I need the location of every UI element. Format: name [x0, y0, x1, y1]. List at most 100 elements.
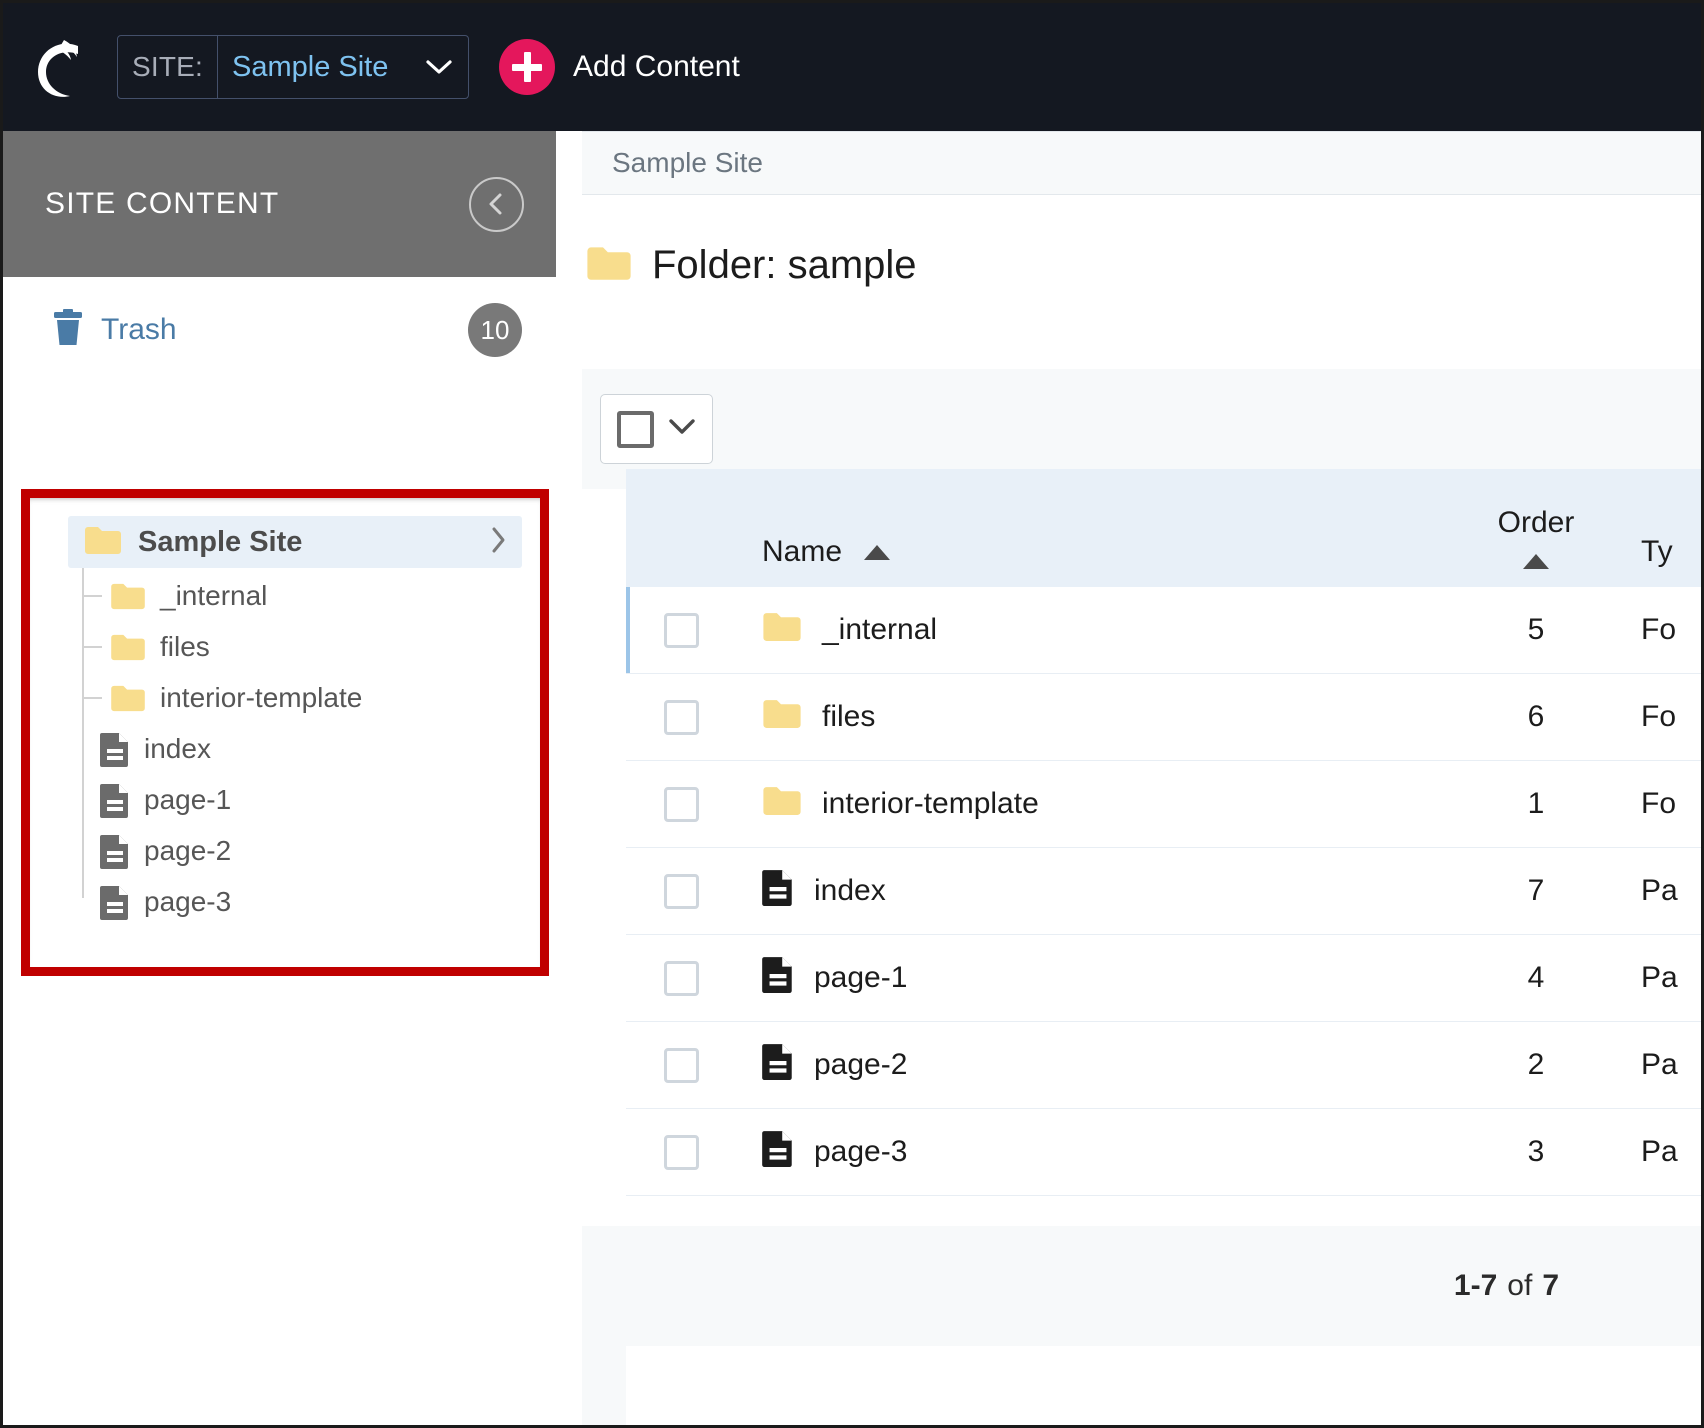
- table-row[interactable]: page-2 2 Pa: [626, 1022, 1701, 1109]
- row-name-cell[interactable]: index: [736, 868, 1431, 914]
- row-name-label: page-1: [814, 961, 908, 994]
- site-selector-label: SITE:: [118, 36, 219, 98]
- site-selector-value-box[interactable]: Sample Site: [218, 36, 468, 98]
- top-bar: SITE: Sample Site Add Content: [3, 3, 1701, 131]
- row-name-label: index: [814, 874, 886, 907]
- page-icon: [762, 955, 794, 1001]
- tree-item-sample-site[interactable]: Sample Site: [68, 516, 522, 568]
- folder-icon: [110, 684, 146, 712]
- table-header-name[interactable]: Name: [736, 535, 1431, 569]
- page-icon: [100, 884, 130, 920]
- folder-icon: [110, 582, 146, 610]
- table-header-type[interactable]: Ty: [1641, 535, 1701, 569]
- row-name-cell[interactable]: page-2: [736, 1042, 1431, 1088]
- page-icon: [100, 833, 130, 869]
- sidebar-item-trash[interactable]: Trash 10: [3, 291, 556, 369]
- chevron-down-icon[interactable]: [668, 418, 696, 440]
- sidebar-header: SITE CONTENT: [3, 131, 556, 277]
- page-icon: [100, 782, 130, 818]
- page-title: Folder: sample: [652, 242, 917, 287]
- row-order-cell: 5: [1527, 613, 1545, 646]
- chevron-right-icon[interactable]: [490, 526, 508, 559]
- folder-icon: [762, 785, 802, 824]
- tree-item-page-1[interactable]: page-1: [82, 774, 540, 825]
- row-type-cell: Pa: [1641, 961, 1678, 994]
- row-checkbox-cell: [626, 1047, 736, 1083]
- chevron-down-icon: [426, 59, 452, 75]
- tree-item-files[interactable]: files: [82, 621, 540, 672]
- chevron-left-icon[interactable]: [469, 176, 524, 232]
- tree-item-label: page-2: [144, 834, 232, 866]
- select-all-dropdown[interactable]: [600, 394, 713, 464]
- tree-item-internal[interactable]: _internal: [82, 570, 540, 621]
- folder-icon: [762, 698, 802, 737]
- folder-icon: [586, 245, 632, 286]
- table-body: _internal 5 Fo files 6 Fo interior-templ…: [626, 587, 1701, 1196]
- row-name-label: _internal: [822, 613, 938, 646]
- row-checkbox-cell: [626, 873, 736, 909]
- row-checkbox-cell: [626, 612, 736, 648]
- add-content-label: Add Content: [573, 50, 740, 83]
- plus-circle-icon: [499, 39, 555, 95]
- checkbox-icon[interactable]: [663, 1134, 699, 1170]
- table-header-name-label: Name: [762, 535, 843, 568]
- page-icon: [762, 868, 794, 914]
- sort-ascending-icon: [864, 544, 891, 560]
- table-footer-fill: [582, 1226, 626, 1425]
- checkbox-icon[interactable]: [663, 1047, 699, 1083]
- main-panel: Edit Publish Folder: sample: [556, 131, 1701, 1425]
- breadcrumb-item-sample-site[interactable]: Sample Site: [612, 147, 763, 179]
- table-row[interactable]: index 7 Pa: [626, 848, 1701, 935]
- trash-icon: [51, 308, 85, 352]
- tree-item-label: interior-template: [160, 681, 363, 713]
- row-order-cell: 3: [1527, 1135, 1545, 1168]
- table-row[interactable]: page-1 4 Pa: [626, 935, 1701, 1022]
- page-icon: [762, 1129, 794, 1175]
- row-order-cell: 2: [1527, 1048, 1545, 1081]
- checkbox-icon[interactable]: [663, 786, 699, 822]
- sort-ascending-icon: [1523, 554, 1549, 569]
- content-table: Name Order Ty _internal 5 Fo files 6 Fo …: [626, 469, 1701, 1196]
- tree-item-label: _internal: [160, 579, 268, 611]
- cascade-logo-icon[interactable]: [25, 29, 101, 105]
- row-name-label: files: [822, 700, 876, 733]
- row-checkbox-cell: [626, 960, 736, 996]
- table-row[interactable]: _internal 5 Fo: [626, 587, 1701, 674]
- pagination-separator: of: [1507, 1269, 1533, 1302]
- app-window: SITE: Sample Site Add Content SITE CONTE…: [0, 0, 1704, 1428]
- row-name-cell[interactable]: page-1: [736, 955, 1431, 1001]
- table-header-order[interactable]: Order: [1431, 506, 1641, 569]
- breadcrumb: Sample Site: [582, 131, 1701, 195]
- row-order-cell: 1: [1527, 787, 1545, 820]
- row-name-cell[interactable]: _internal: [736, 611, 1431, 650]
- tree-item-page-3[interactable]: page-3: [82, 876, 540, 927]
- tree-item-index[interactable]: index: [82, 723, 540, 774]
- tree-item-page-2[interactable]: page-2: [82, 825, 540, 876]
- tree-item-interior-template[interactable]: interior-template: [82, 672, 540, 723]
- checkbox-icon[interactable]: [617, 410, 654, 448]
- checkbox-icon[interactable]: [663, 699, 699, 735]
- row-checkbox-cell: [626, 1134, 736, 1170]
- checkbox-icon[interactable]: [663, 612, 699, 648]
- content-tree-children: _internal files interior-template index …: [82, 568, 540, 927]
- folder-icon: [762, 611, 802, 650]
- table-row[interactable]: files 6 Fo: [626, 674, 1701, 761]
- checkbox-icon[interactable]: [663, 960, 699, 996]
- table-row[interactable]: page-3 3 Pa: [626, 1109, 1701, 1196]
- row-name-cell[interactable]: files: [736, 698, 1431, 737]
- row-order-cell: 6: [1527, 700, 1545, 733]
- checkbox-icon[interactable]: [663, 873, 699, 909]
- table-row[interactable]: interior-template 1 Fo: [626, 761, 1701, 848]
- site-selector[interactable]: SITE: Sample Site: [117, 35, 469, 99]
- add-content-button[interactable]: Add Content: [499, 39, 740, 95]
- row-type-cell: Fo: [1641, 700, 1677, 733]
- row-name-cell[interactable]: interior-template: [736, 785, 1431, 824]
- sidebar-title: SITE CONTENT: [45, 187, 280, 220]
- folder-icon: [110, 633, 146, 661]
- site-selector-value: Sample Site: [232, 50, 389, 83]
- row-name-cell[interactable]: page-3: [736, 1129, 1431, 1175]
- sidebar: SITE CONTENT Trash 10 Sample Site _inter…: [3, 131, 556, 1425]
- content-tree-panel: Sample Site _internal files interior-tem…: [30, 498, 540, 967]
- tree-item-label: page-3: [144, 885, 232, 917]
- row-order-cell: 7: [1527, 874, 1545, 907]
